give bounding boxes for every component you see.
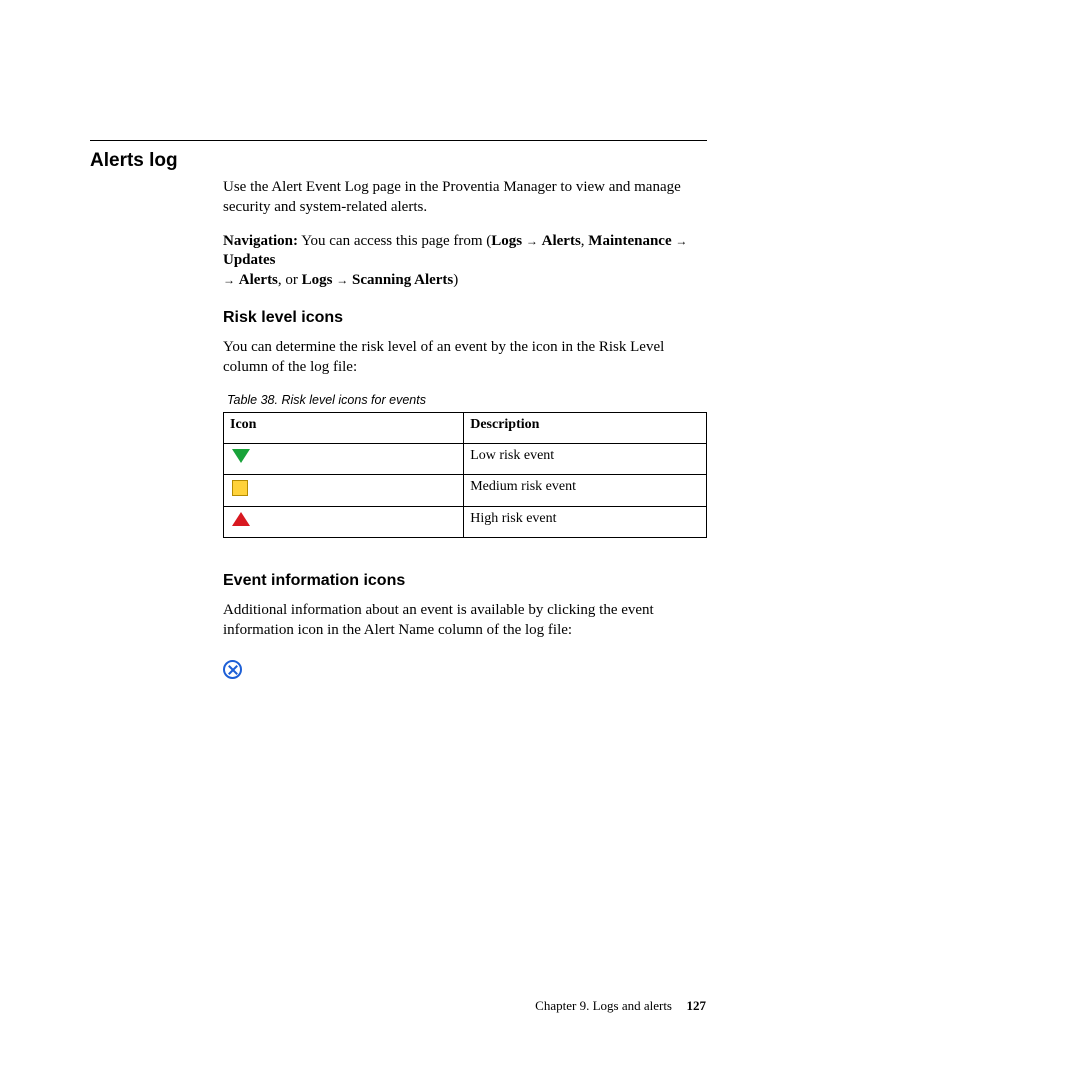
page-title: Alerts log xyxy=(90,150,178,172)
nav-logs-1: Logs xyxy=(491,233,522,249)
desc-cell-low: Low risk event xyxy=(464,444,707,475)
top-rule xyxy=(90,140,707,141)
col-header-icon: Icon xyxy=(224,413,464,444)
section-heading-event-info: Event information icons xyxy=(223,570,707,591)
table-row: High risk event xyxy=(224,506,707,537)
table-row: Medium risk event xyxy=(224,475,707,506)
low-risk-icon xyxy=(232,449,250,463)
risk-level-table: Icon Description Low risk event Medium r… xyxy=(223,412,707,537)
section-heading-risk: Risk level icons xyxy=(223,307,707,328)
footer-chapter: Chapter 9. Logs and alerts xyxy=(535,998,672,1014)
table-caption: Table 38. Risk level icons for events xyxy=(227,392,707,409)
nav-alerts-1: Alerts xyxy=(542,233,581,249)
arrow-icon: → xyxy=(223,273,235,287)
navigation-paragraph: Navigation: You can access this page fro… xyxy=(223,232,707,291)
high-risk-icon xyxy=(232,512,250,526)
nav-sep-2: , or xyxy=(278,272,302,288)
body-column: Use the Alert Event Log page in the Prov… xyxy=(223,178,707,686)
icon-cell-high xyxy=(224,506,464,537)
nav-lead: You can access this page from ( xyxy=(298,233,491,249)
medium-risk-icon xyxy=(232,480,248,496)
nav-tail: ) xyxy=(453,272,458,288)
icon-cell-low xyxy=(224,444,464,475)
footer-page-number: 127 xyxy=(687,998,707,1014)
event-info-icon xyxy=(223,660,242,679)
nav-label: Navigation: xyxy=(223,233,298,249)
nav-updates: Updates xyxy=(223,252,276,268)
nav-scanning-alerts: Scanning Alerts xyxy=(352,272,453,288)
page: Alerts log Use the Alert Event Log page … xyxy=(0,0,1080,1080)
table-header-row: Icon Description xyxy=(224,413,707,444)
risk-paragraph: You can determine the risk level of an e… xyxy=(223,338,707,378)
icon-cell-medium xyxy=(224,475,464,506)
arrow-icon: → xyxy=(336,273,348,287)
nav-maintenance: Maintenance xyxy=(588,233,671,249)
event-info-paragraph: Additional information about an event is… xyxy=(223,601,707,641)
arrow-icon: → xyxy=(675,234,687,248)
table-row: Low risk event xyxy=(224,444,707,475)
intro-paragraph: Use the Alert Event Log page in the Prov… xyxy=(223,178,707,218)
desc-cell-high: High risk event xyxy=(464,506,707,537)
nav-alerts-2: Alerts xyxy=(239,272,278,288)
nav-logs-2: Logs xyxy=(302,272,333,288)
col-header-desc: Description xyxy=(464,413,707,444)
arrow-icon: → xyxy=(526,234,538,248)
desc-cell-medium: Medium risk event xyxy=(464,475,707,506)
